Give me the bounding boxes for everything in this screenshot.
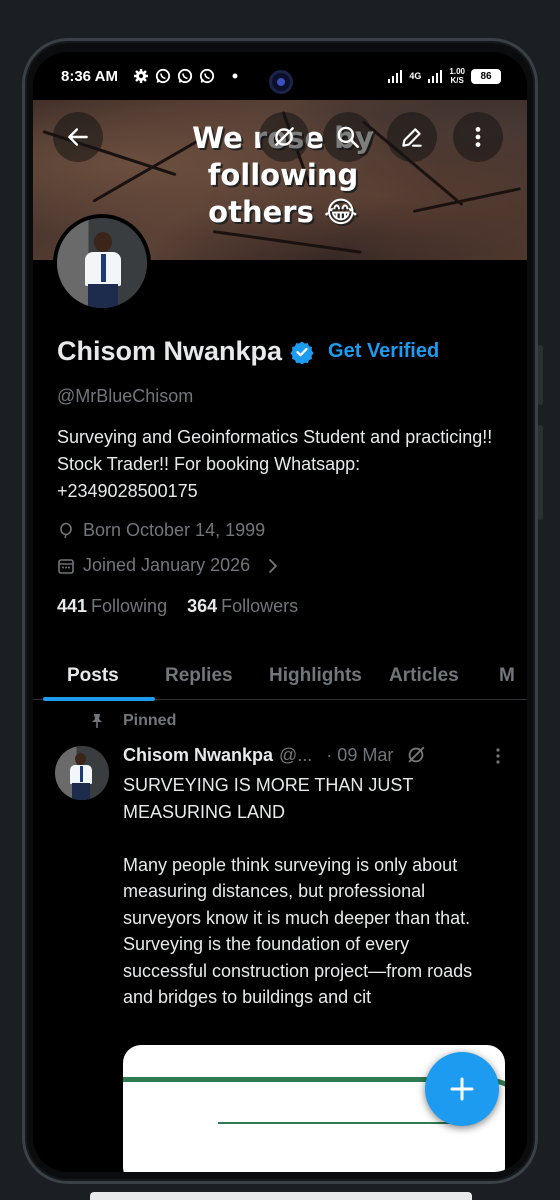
status-bar: 8:36 AM 4G 1.00 K/S 86 bbox=[33, 52, 527, 100]
tab-label: M bbox=[499, 665, 515, 686]
pin-icon bbox=[92, 714, 102, 728]
get-verified-link[interactable]: Get Verified bbox=[328, 340, 439, 363]
whatsapp-icon bbox=[199, 68, 215, 84]
search-button[interactable] bbox=[323, 112, 373, 162]
verified-badge-icon[interactable] bbox=[290, 340, 314, 364]
plus-icon bbox=[450, 1077, 474, 1101]
banner-line-3: others 😂 bbox=[208, 195, 358, 229]
tab-posts[interactable]: Posts bbox=[33, 652, 155, 701]
grok-icon[interactable] bbox=[405, 744, 427, 766]
signal-icon bbox=[388, 70, 403, 83]
status-right: 4G 1.00 K/S 86 bbox=[387, 67, 501, 85]
notification-icons bbox=[133, 68, 243, 84]
banner-line-2: following bbox=[207, 158, 359, 192]
tab-label: Highlights bbox=[269, 665, 362, 686]
net-speed: 1.00 K/S bbox=[449, 67, 465, 85]
tab-articles[interactable]: Articles bbox=[385, 652, 499, 700]
tab-label: Posts bbox=[67, 665, 119, 686]
pinned-indicator: Pinned bbox=[89, 712, 176, 730]
back-button[interactable] bbox=[53, 112, 103, 162]
post-date[interactable]: · 09 Mar bbox=[326, 745, 393, 766]
tab-highlights[interactable]: Highlights bbox=[255, 652, 385, 700]
calendar-icon bbox=[58, 558, 74, 574]
grok-button[interactable] bbox=[259, 112, 309, 162]
battery-indicator: 86 bbox=[471, 68, 501, 84]
back-arrow-icon bbox=[68, 128, 88, 146]
more-options-button[interactable] bbox=[453, 112, 503, 162]
post-text[interactable]: SURVEYING IS MORE THAN JUST MEASURING LA… bbox=[123, 772, 493, 1011]
whatsapp-business-icon bbox=[177, 68, 193, 84]
following-link[interactable]: 441 Following bbox=[57, 596, 167, 617]
post-header: Chisom Nwankpa @... · 09 Mar bbox=[123, 744, 508, 766]
signal-4g-icon bbox=[428, 70, 443, 83]
profile-tabs: Posts Replies Highlights Articles M bbox=[33, 652, 527, 701]
followers-link[interactable]: 364 Followers bbox=[187, 596, 298, 617]
whatsapp-icon bbox=[155, 68, 171, 84]
volume-button bbox=[538, 345, 543, 405]
profile-handle: @MrBlueChisom bbox=[57, 386, 194, 406]
gear-icon bbox=[134, 69, 148, 83]
profile-avatar[interactable] bbox=[53, 214, 151, 312]
more-vertical-icon[interactable] bbox=[488, 746, 508, 766]
chevron-right-icon bbox=[269, 558, 278, 573]
net-speed-unit: K/S bbox=[450, 76, 464, 85]
search-icon bbox=[337, 126, 360, 149]
compose-post-button[interactable] bbox=[425, 1052, 499, 1126]
app-screen: 8:36 AM 4G 1.00 K/S 86 We rose by bbox=[33, 52, 527, 1172]
grok-icon bbox=[275, 127, 294, 146]
post-author-name[interactable]: Chisom Nwankpa bbox=[123, 745, 273, 766]
edit-button[interactable] bbox=[387, 112, 437, 162]
profile-name-row: Chisom Nwankpa Get Verified bbox=[57, 336, 439, 367]
tab-replies[interactable]: Replies bbox=[155, 652, 255, 700]
status-time: 8:36 AM bbox=[61, 68, 118, 85]
next-content-strip bbox=[90, 1192, 472, 1200]
joined-row[interactable]: Joined January 2026 bbox=[57, 555, 282, 576]
follow-stats: 441 Following 364 Followers bbox=[57, 596, 298, 617]
born-row: Born October 14, 1999 bbox=[57, 520, 265, 541]
joined-date: Joined January 2026 bbox=[83, 555, 251, 575]
power-button bbox=[538, 425, 543, 520]
balloon-icon bbox=[60, 522, 72, 538]
tab-label: Replies bbox=[165, 665, 233, 686]
tab-label: Articles bbox=[389, 665, 459, 686]
dot-icon bbox=[232, 73, 238, 79]
born-date: Born October 14, 1999 bbox=[83, 520, 266, 540]
profile-name: Chisom Nwankpa bbox=[57, 336, 283, 366]
following-count: 441 bbox=[57, 596, 88, 616]
more-vertical-icon bbox=[475, 127, 481, 147]
followers-count: 364 bbox=[187, 596, 218, 616]
pinned-label: Pinned bbox=[123, 712, 177, 729]
front-camera bbox=[269, 70, 293, 94]
post-author-handle[interactable]: @... bbox=[279, 745, 312, 766]
post-author-avatar[interactable] bbox=[55, 746, 109, 800]
network-type: 4G bbox=[409, 70, 422, 81]
net-speed-value: 1.00 bbox=[449, 67, 465, 76]
followers-label: Followers bbox=[221, 596, 299, 616]
profile-bio: Surveying and Geoinformatics Student and… bbox=[57, 427, 493, 501]
following-label: Following bbox=[91, 596, 168, 616]
tab-media[interactable]: M bbox=[499, 652, 527, 700]
edit-icon bbox=[402, 128, 422, 147]
